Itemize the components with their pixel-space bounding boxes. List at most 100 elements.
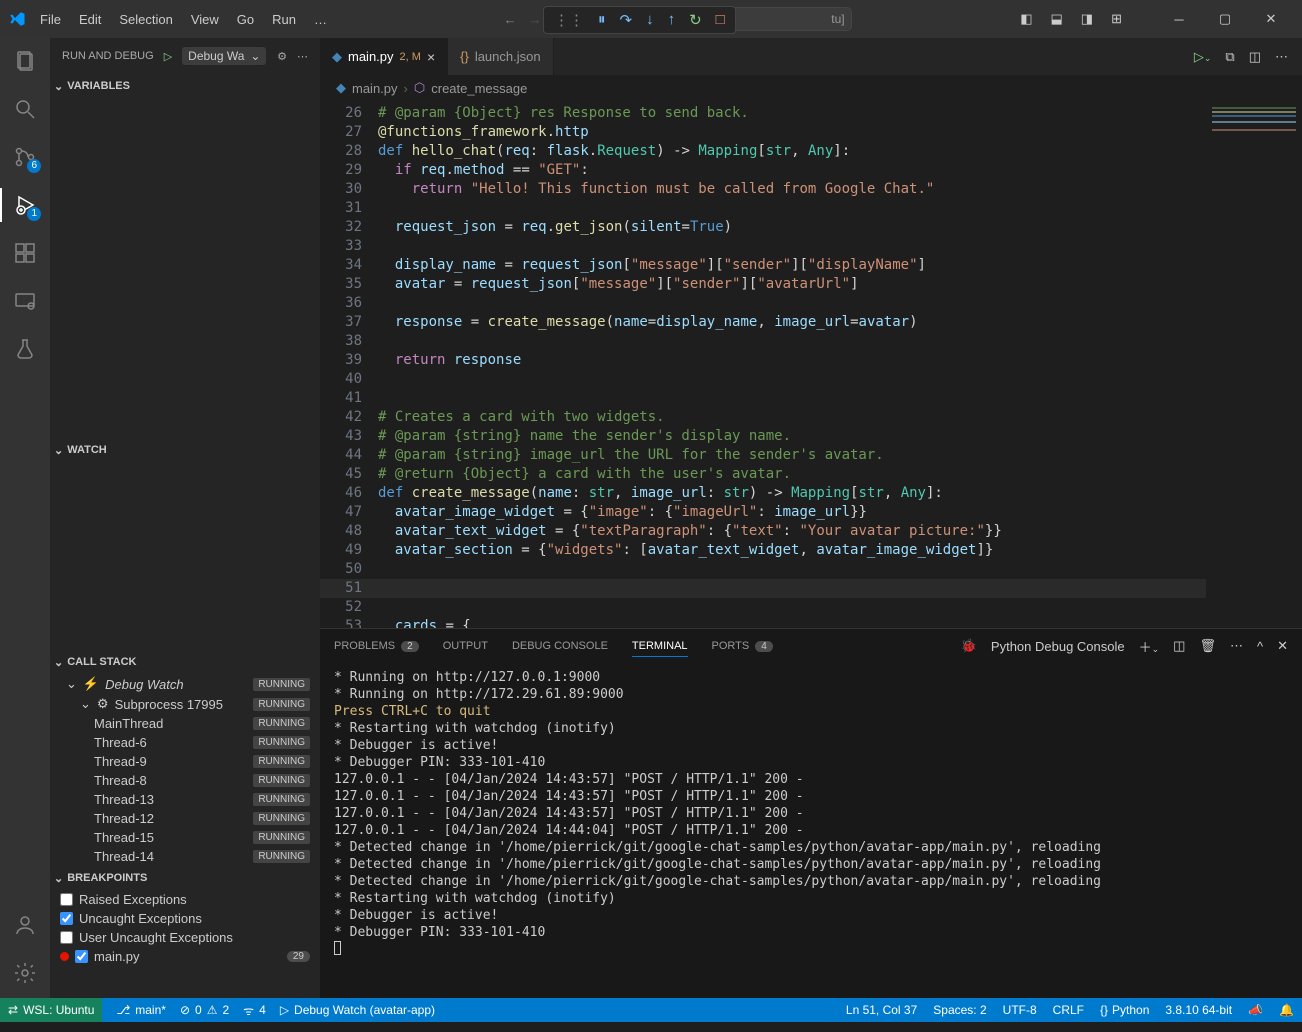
- panel-tab-debug-console[interactable]: DEBUG CONSOLE: [512, 636, 608, 656]
- breakpoint-checkbox[interactable]: [75, 950, 88, 963]
- layout-sidebar-icon[interactable]: ◨: [1081, 11, 1093, 27]
- settings-icon[interactable]: [12, 960, 38, 986]
- breakpoints-header[interactable]: ⌄BREAKPOINTS: [50, 866, 320, 890]
- menu-go[interactable]: Go: [229, 8, 262, 31]
- line-number[interactable]: 28: [320, 142, 362, 161]
- line-number[interactable]: 37: [320, 313, 362, 332]
- split-terminal-icon[interactable]: ◫: [1173, 638, 1185, 654]
- more-icon[interactable]: ⋯: [1275, 49, 1288, 65]
- bell-icon[interactable]: 🔔: [1279, 1003, 1294, 1017]
- code-editor[interactable]: 2627282930313233343536373839404142434445…: [320, 101, 1302, 628]
- panel-tab-problems[interactable]: PROBLEMS2: [334, 636, 419, 656]
- nav-forward-icon[interactable]: →: [529, 12, 542, 27]
- minimize-icon[interactable]: ─: [1156, 0, 1202, 38]
- line-number[interactable]: 32: [320, 218, 362, 237]
- accounts-icon[interactable]: [12, 912, 38, 938]
- terminal-profile[interactable]: Python Debug Console: [991, 639, 1125, 654]
- line-number[interactable]: 49: [320, 541, 362, 560]
- line-number[interactable]: 44: [320, 446, 362, 465]
- more-icon[interactable]: ⋯: [297, 50, 308, 63]
- line-number[interactable]: 34: [320, 256, 362, 275]
- line-number[interactable]: 30: [320, 180, 362, 199]
- panel-tab-terminal[interactable]: TERMINAL: [632, 636, 688, 657]
- callstack-row[interactable]: Thread-15RUNNING: [50, 828, 320, 847]
- menu-file[interactable]: File: [32, 8, 69, 31]
- pause-icon[interactable]: ⏸: [598, 11, 606, 29]
- encoding-status[interactable]: UTF-8: [1003, 1003, 1037, 1017]
- callstack-row[interactable]: MainThreadRUNNING: [50, 714, 320, 733]
- ports-status[interactable]: ᯤ4: [243, 1002, 266, 1019]
- scm-icon[interactable]: 6: [12, 144, 38, 170]
- line-number[interactable]: 43: [320, 427, 362, 446]
- step-into-icon[interactable]: ↓: [646, 11, 654, 29]
- restart-icon[interactable]: ↻: [689, 11, 702, 29]
- eol-status[interactable]: CRLF: [1053, 1003, 1084, 1017]
- terminal-output[interactable]: * Running on http://127.0.0.1:9000 * Run…: [320, 663, 1302, 998]
- panel-tab-ports[interactable]: PORTS4: [712, 636, 773, 656]
- callstack-row[interactable]: Thread-6RUNNING: [50, 733, 320, 752]
- line-number[interactable]: 29: [320, 161, 362, 180]
- language-status[interactable]: {}Python: [1100, 1003, 1149, 1017]
- line-number[interactable]: 42: [320, 408, 362, 427]
- breakpoint-row[interactable]: Uncaught Exceptions: [50, 909, 320, 928]
- search-icon[interactable]: [12, 96, 38, 122]
- step-out-icon[interactable]: ↑: [668, 11, 676, 29]
- add-terminal-icon[interactable]: ＋⌄: [1139, 637, 1160, 656]
- breakpoint-checkbox[interactable]: [60, 931, 73, 944]
- callstack-row[interactable]: ⌄⚙Subprocess 17995RUNNING: [50, 694, 320, 714]
- remote-indicator[interactable]: ⇄ WSL: Ubuntu: [0, 998, 102, 1022]
- scm-branch[interactable]: ⎇main*: [116, 1003, 166, 1017]
- explorer-icon[interactable]: [12, 48, 38, 74]
- panel-tab-output[interactable]: OUTPUT: [443, 636, 488, 656]
- breakpoint-row[interactable]: Raised Exceptions: [50, 890, 320, 909]
- line-number[interactable]: 53: [320, 617, 362, 628]
- problems-status[interactable]: ⊘0 ⚠2: [180, 1003, 229, 1017]
- split-icon[interactable]: ◫: [1249, 49, 1261, 65]
- breadcrumb[interactable]: ◆main.py›⬡create_message: [320, 75, 1302, 101]
- callstack-row[interactable]: ⌄⚡Debug WatchRUNNING: [50, 674, 320, 694]
- tab-launch-json[interactable]: {}launch.json: [448, 38, 553, 75]
- run-icon[interactable]: ▷⌄: [1194, 49, 1212, 65]
- breakpoint-checkbox[interactable]: [60, 893, 73, 906]
- menu-run[interactable]: Run: [264, 8, 304, 31]
- maximize-icon[interactable]: ▢: [1202, 0, 1248, 38]
- debug-status[interactable]: ▷Debug Watch (avatar-app): [280, 1003, 435, 1017]
- line-number[interactable]: 41: [320, 389, 362, 408]
- menu-…[interactable]: …: [306, 8, 335, 31]
- menu-selection[interactable]: Selection: [111, 8, 180, 31]
- callstack-row[interactable]: Thread-12RUNNING: [50, 809, 320, 828]
- panel-max-icon[interactable]: ^: [1257, 639, 1263, 654]
- gear-icon[interactable]: ⚙: [277, 50, 287, 63]
- breakpoint-checkbox[interactable]: [60, 912, 73, 925]
- menu-view[interactable]: View: [183, 8, 227, 31]
- tab-main-py[interactable]: ◆main.py2, M×: [320, 38, 448, 75]
- line-number[interactable]: 26: [320, 104, 362, 123]
- debug-config-dropdown[interactable]: Debug Wa ⌄: [182, 47, 266, 65]
- kill-terminal-icon[interactable]: 🗑: [1199, 638, 1216, 654]
- remote-icon[interactable]: [12, 288, 38, 314]
- breakpoint-row[interactable]: main.py29: [50, 947, 320, 966]
- line-number[interactable]: 39: [320, 351, 362, 370]
- line-number[interactable]: 45: [320, 465, 362, 484]
- live-icon[interactable]: ⧉: [1225, 49, 1234, 65]
- panel-close-icon[interactable]: ✕: [1277, 638, 1288, 654]
- variables-header[interactable]: ⌄VARIABLES: [50, 74, 320, 98]
- breakpoint-row[interactable]: User Uncaught Exceptions: [50, 928, 320, 947]
- stop-icon[interactable]: □: [716, 11, 725, 29]
- indent-status[interactable]: Spaces: 2: [933, 1003, 986, 1017]
- line-number[interactable]: 40: [320, 370, 362, 389]
- cursor-pos[interactable]: Ln 51, Col 37: [846, 1003, 917, 1017]
- watch-header[interactable]: ⌄WATCH: [50, 438, 320, 462]
- line-number[interactable]: 47: [320, 503, 362, 522]
- minimap[interactable]: [1206, 101, 1302, 628]
- line-number[interactable]: 35: [320, 275, 362, 294]
- callstack-row[interactable]: Thread-8RUNNING: [50, 771, 320, 790]
- tab-close-icon[interactable]: ×: [427, 49, 435, 65]
- callstack-row[interactable]: Thread-13RUNNING: [50, 790, 320, 809]
- interpreter-status[interactable]: 3.8.10 64-bit: [1165, 1003, 1232, 1017]
- step-over-icon[interactable]: ↷: [620, 11, 633, 29]
- line-number[interactable]: 50: [320, 560, 362, 579]
- close-icon[interactable]: ✕: [1248, 0, 1294, 38]
- layout-grid-icon[interactable]: ⊞: [1111, 11, 1122, 27]
- grip-icon[interactable]: ⋮⋮: [554, 11, 584, 29]
